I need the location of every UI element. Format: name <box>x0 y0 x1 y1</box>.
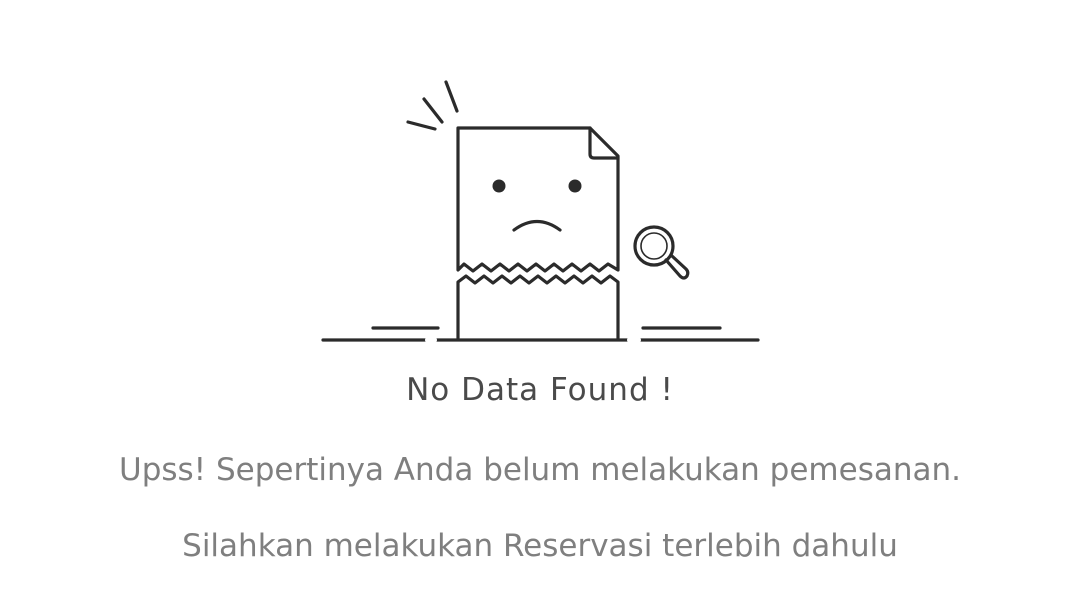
torn-document-bottom-icon <box>456 274 620 340</box>
no-data-illustration <box>321 80 760 343</box>
empty-state-message-line1: Upss! Sepertinya Anda belum melakukan pe… <box>119 452 961 488</box>
magnifier-icon <box>633 225 690 280</box>
sad-face-icon <box>512 219 562 232</box>
ground-lines <box>321 326 760 343</box>
eye-icon <box>492 179 506 193</box>
document-icon <box>456 126 620 273</box>
surprise-marks-icon <box>406 80 459 131</box>
empty-state: No Data Found ! Upss! Sepertinya Anda be… <box>0 0 1080 600</box>
empty-state-title: No Data Found ! <box>406 372 674 408</box>
eye-icon <box>568 179 582 193</box>
empty-state-message-line2: Silahkan melakukan Reservasi terlebih da… <box>182 528 898 564</box>
